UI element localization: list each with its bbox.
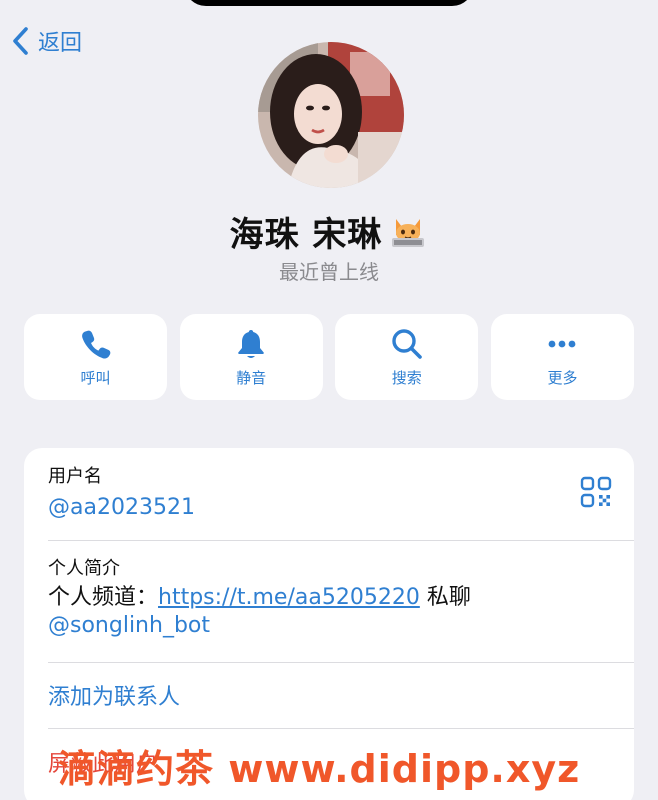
cat-laptop-emoji-icon xyxy=(392,219,425,247)
last-seen-status: 最近曾上线 xyxy=(279,260,379,284)
search-label: 搜索 xyxy=(391,368,422,387)
bio-text: 个人频道：https://t.me/aa5205220 私聊 @songlinh… xyxy=(48,584,634,640)
username-row[interactable]: 用户名 @aa2023521 xyxy=(24,448,634,540)
add-contact-row[interactable]: 添加为联系人 xyxy=(24,662,634,728)
call-button[interactable]: 呼叫 xyxy=(24,314,167,400)
mute-label: 静音 xyxy=(236,368,267,387)
watermark-text: 滴滴约茶 www.didipp.xyz xyxy=(58,747,581,791)
profile-name-row: 海珠 宋琳 xyxy=(0,206,658,256)
device-notch xyxy=(184,0,474,6)
username-label: 用户名 xyxy=(48,466,102,487)
bio-prefix: 个人频道： xyxy=(48,585,159,610)
add-contact-button[interactable]: 添加为联系人 xyxy=(48,679,180,711)
search-icon xyxy=(392,328,422,359)
bell-icon xyxy=(238,329,264,358)
bio-suffix: 私聊 xyxy=(419,585,471,610)
call-label: 呼叫 xyxy=(80,368,111,387)
chevron-left-icon xyxy=(13,27,28,55)
username-value[interactable]: @aa2023521 xyxy=(48,492,634,524)
avatar-photo xyxy=(258,42,404,188)
bio-label: 个人简介 xyxy=(48,558,120,579)
action-bar: 呼叫 静音 搜索 更多 xyxy=(24,314,634,400)
bio-channel-link[interactable]: https://t.me/aa5205220 xyxy=(158,585,420,610)
phone-icon xyxy=(81,330,110,359)
search-button[interactable]: 搜索 xyxy=(335,314,479,400)
profile-screen: 返回 海珠 宋琳 最近曾上线 呼叫 静音 搜索 更多 用户名 @aa202352… xyxy=(0,0,658,800)
avatar[interactable] xyxy=(258,42,404,188)
bio-mention-link[interactable]: @songlinh_bot xyxy=(48,613,210,638)
bio-row: 个人简介 个人频道：https://t.me/aa5205220 私聊 @son… xyxy=(24,540,634,662)
back-button[interactable]: 返回 xyxy=(10,24,82,58)
more-label: 更多 xyxy=(547,368,578,387)
more-icon xyxy=(549,340,576,347)
back-label: 返回 xyxy=(38,31,83,56)
more-button[interactable]: 更多 xyxy=(490,314,634,400)
qr-code-icon[interactable] xyxy=(580,476,612,508)
mute-button[interactable]: 静音 xyxy=(179,314,323,400)
profile-name: 海珠 宋琳 xyxy=(229,214,383,255)
